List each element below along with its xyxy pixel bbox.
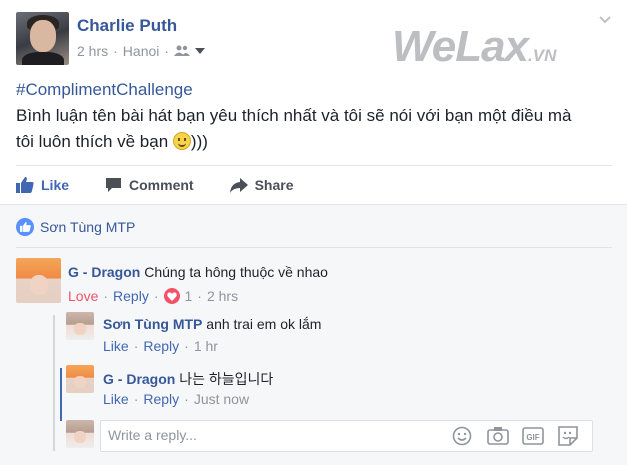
commenter-avatar[interactable] bbox=[16, 258, 61, 303]
watermark-logo: WeLax.VN bbox=[392, 22, 557, 71]
reply-reply-button[interactable]: Reply bbox=[143, 338, 179, 354]
comment-meta: Love · Reply · 1 · 2 hrs bbox=[68, 288, 239, 304]
post-options-chevron-icon[interactable] bbox=[599, 16, 611, 24]
reply: Sơn Tùng MTP anh trai em ok lắm bbox=[103, 316, 321, 332]
reply-author[interactable]: G - Dragon bbox=[103, 371, 175, 387]
post-author-name[interactable]: Charlie Puth bbox=[77, 16, 177, 36]
post-hashtag[interactable]: #ComplimentChallenge bbox=[16, 80, 193, 100]
share-arrow-icon bbox=[229, 177, 248, 193]
meta-dot: · bbox=[164, 43, 170, 59]
like-button[interactable]: Like bbox=[16, 177, 69, 193]
reply-like-button[interactable]: Like bbox=[103, 338, 129, 354]
reply-avatar[interactable] bbox=[66, 365, 94, 393]
reply-author[interactable]: Sơn Tùng MTP bbox=[103, 316, 202, 332]
highlight-line bbox=[60, 368, 62, 421]
reply-time[interactable]: 1 hr bbox=[194, 338, 218, 354]
reply-text: anh trai em ok lắm bbox=[206, 316, 322, 332]
comment: G - Dragon Chúng ta hông thuộc về nhao bbox=[68, 264, 328, 280]
post-body: Bình luận tên bài hát bạn yêu thích nhất… bbox=[16, 103, 606, 155]
reply-input-placeholder[interactable]: Write a reply... bbox=[108, 427, 197, 443]
audience-chevron-icon[interactable] bbox=[195, 48, 206, 54]
post-meta: 2 hrs · Hanoi · bbox=[77, 43, 206, 59]
reply-text: 나는 하늘입니다 bbox=[179, 371, 274, 387]
sticker-icon[interactable] bbox=[557, 425, 579, 446]
post-text-line2: tôi luôn thích về bạn bbox=[16, 132, 169, 151]
likes-summary[interactable]: Sơn Tùng MTP bbox=[16, 218, 135, 236]
smiley-emoji-icon bbox=[172, 132, 191, 150]
share-label: Share bbox=[254, 177, 294, 193]
comment-author[interactable]: G - Dragon bbox=[68, 264, 140, 280]
author-avatar[interactable] bbox=[16, 12, 69, 65]
reaction-count[interactable]: 1 bbox=[185, 288, 193, 304]
svg-text:GIF: GIF bbox=[526, 433, 539, 442]
comment-label: Comment bbox=[129, 177, 194, 193]
post-time[interactable]: 2 hrs bbox=[77, 43, 108, 59]
share-button[interactable]: Share bbox=[229, 177, 294, 193]
like-thumb-icon bbox=[16, 177, 34, 193]
divider bbox=[16, 247, 612, 248]
gif-icon[interactable]: GIF bbox=[522, 427, 544, 445]
post-text-end: ))) bbox=[190, 132, 208, 151]
like-label: Like bbox=[41, 177, 70, 193]
camera-icon[interactable] bbox=[487, 426, 509, 445]
current-user-avatar bbox=[66, 420, 94, 448]
reply-meta: Like · Reply · Just now bbox=[103, 391, 250, 407]
friends-icon[interactable] bbox=[174, 45, 191, 57]
emoji-icon[interactable] bbox=[452, 426, 472, 446]
post-actions: Like Comment Share bbox=[16, 172, 330, 198]
comment-text: Chúng ta hông thuộc về nhao bbox=[144, 264, 328, 280]
post-text-line1: Bình luận tên bài hát bạn yêu thích nhất… bbox=[16, 106, 572, 125]
comment-bubble-icon bbox=[106, 178, 122, 192]
reply-avatar[interactable] bbox=[66, 312, 94, 340]
comment-button[interactable]: Comment bbox=[105, 177, 194, 193]
love-reaction-button[interactable]: Love bbox=[68, 288, 98, 304]
liker-name[interactable]: Sơn Tùng MTP bbox=[40, 219, 135, 235]
like-reaction-icon bbox=[16, 218, 34, 236]
divider bbox=[16, 165, 612, 166]
post-location[interactable]: Hanoi bbox=[123, 43, 160, 59]
thread-line bbox=[53, 315, 55, 451]
reply-button[interactable]: Reply bbox=[113, 288, 149, 304]
reply-like-button[interactable]: Like bbox=[103, 391, 129, 407]
heart-icon bbox=[163, 288, 180, 304]
reply-time[interactable]: Just now bbox=[194, 391, 249, 407]
reply-reply-button[interactable]: Reply bbox=[143, 391, 179, 407]
reply: G - Dragon 나는 하늘입니다 bbox=[103, 369, 273, 389]
reply-meta: Like · Reply · 1 hr bbox=[103, 338, 218, 354]
comment-time[interactable]: 2 hrs bbox=[207, 288, 238, 304]
meta-dot: · bbox=[113, 43, 118, 59]
